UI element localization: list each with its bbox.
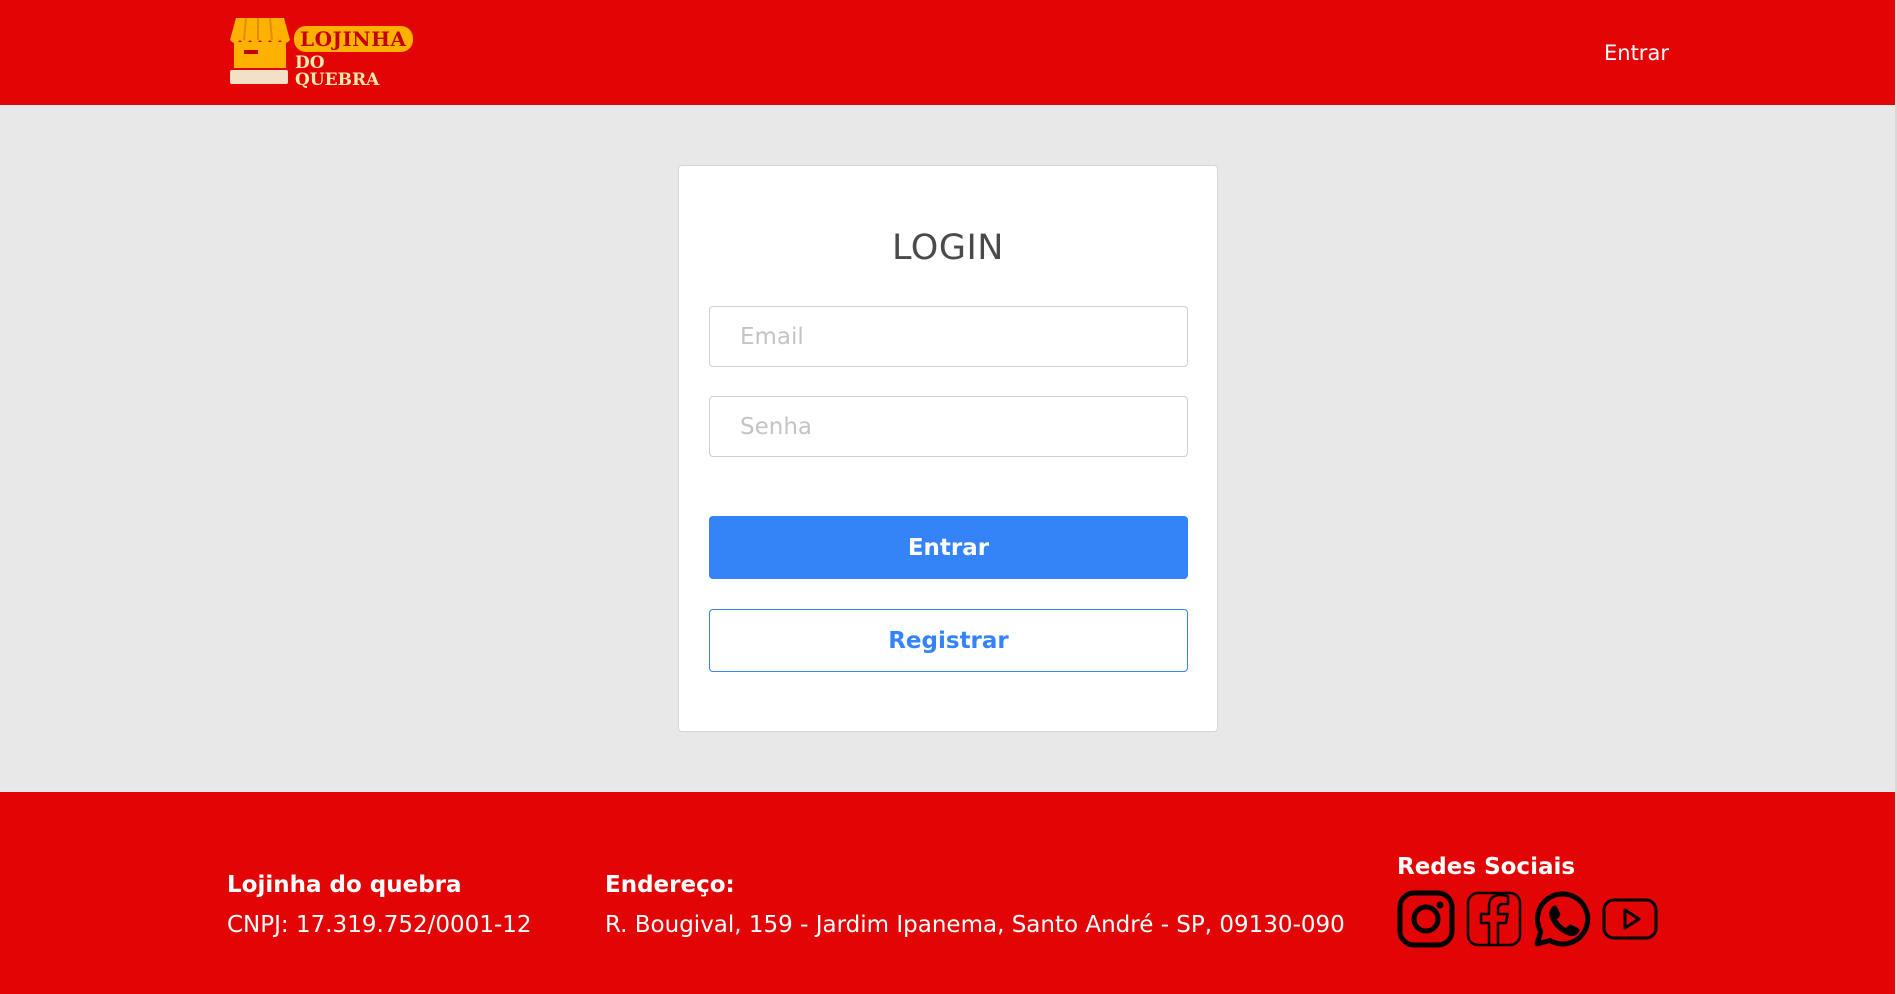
email-input[interactable] — [709, 306, 1188, 367]
social-links — [1397, 890, 1659, 948]
logo-line-1: LOJINHA — [294, 26, 413, 52]
footer-address: Endereço: R. Bougival, 159 - Jardim Ipan… — [605, 872, 1345, 938]
company-name: Lojinha do quebra — [227, 872, 462, 898]
nav-login-link[interactable]: Entrar — [1604, 41, 1669, 65]
register-button[interactable]: Registrar — [709, 609, 1188, 672]
facebook-icon[interactable] — [1465, 890, 1523, 948]
store-logo[interactable]: LOJINHA DO QUEBRA — [230, 16, 413, 89]
footer-company: Lojinha do quebra CNPJ: 17.319.752/0001-… — [227, 872, 532, 938]
site-footer: Lojinha do quebra CNPJ: 17.319.752/0001-… — [0, 792, 1895, 994]
login-title: LOGIN — [892, 228, 1004, 268]
address-text: R. Bougival, 159 - Jardim Ipanema, Santo… — [605, 912, 1345, 938]
page: LOJINHA DO QUEBRA Entrar LOGIN Entrar Re… — [0, 0, 1897, 994]
logo-wordmark: LOJINHA DO QUEBRA — [294, 26, 413, 89]
address-title: Endereço: — [605, 872, 735, 898]
company-cnpj: CNPJ: 17.319.752/0001-12 — [227, 912, 532, 938]
youtube-icon[interactable] — [1601, 890, 1659, 948]
site-header: LOJINHA DO QUEBRA Entrar — [0, 0, 1895, 105]
social-title: Redes Sociais — [1397, 854, 1576, 880]
login-submit-button[interactable]: Entrar — [709, 516, 1188, 579]
logo-line-2: DO QUEBRA — [295, 53, 380, 90]
whatsapp-icon[interactable] — [1533, 890, 1591, 948]
login-card: LOGIN Entrar Registrar — [678, 165, 1218, 732]
storefront-icon — [230, 17, 290, 84]
password-input[interactable] — [709, 396, 1188, 457]
instagram-icon[interactable] — [1397, 890, 1455, 948]
footer-social: Redes Sociais — [1397, 854, 1659, 948]
